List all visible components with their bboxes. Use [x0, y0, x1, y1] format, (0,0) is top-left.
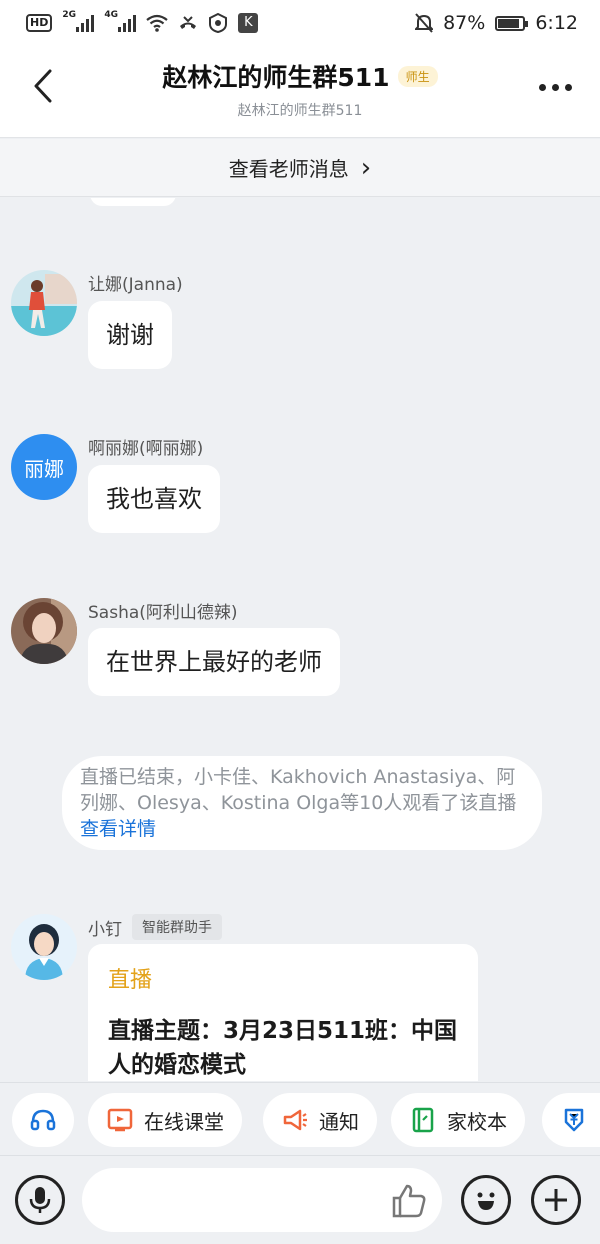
signal-4g-icon: 4G — [104, 10, 137, 32]
card-title: 直播主题：3月23日511班：中国人的婚恋模式 — [108, 1018, 458, 1078]
message-input[interactable] — [82, 1168, 442, 1232]
role-badge: 师生 — [397, 65, 438, 87]
group-title: 赵林江的师生群511 — [162, 63, 390, 92]
notice-button[interactable]: 通知 — [263, 1093, 377, 1147]
message-bubble-partial — [90, 198, 176, 206]
message-bubble[interactable]: 我也喜欢 — [88, 465, 220, 533]
input-bar — [0, 1157, 600, 1244]
status-bar: HD 2G 4G K 87% 6:12 — [0, 0, 600, 46]
notebook-icon — [412, 1107, 434, 1133]
shield-app-icon — [209, 13, 228, 33]
chat-area[interactable]: 让娜(Janna) 谢谢 丽娜 啊丽娜(啊丽娜) 我也喜欢 Sasha(阿利山德… — [0, 198, 600, 1081]
signal-2g-icon: 2G — [62, 10, 95, 32]
sender-name: 小钉 智能群助手 — [88, 914, 222, 940]
emoji-button[interactable] — [461, 1175, 511, 1225]
notice-label: 通知 — [319, 1109, 359, 1134]
smiley-icon — [477, 1192, 495, 1210]
hd-indicator: HD — [26, 14, 53, 32]
add-button[interactable] — [531, 1175, 581, 1225]
view-details-link[interactable]: 查看详情 — [80, 818, 156, 840]
more-options-button[interactable] — [539, 84, 572, 91]
home-school-book-label: 家校本 — [447, 1109, 507, 1134]
k-app-icon: K — [238, 13, 259, 33]
view-teacher-messages-button[interactable]: 查看老师消息 › — [0, 139, 600, 197]
missed-call-icon — [180, 16, 197, 29]
thumbs-up-icon[interactable] — [390, 1182, 428, 1220]
message-bubble[interactable]: 在世界上最好的老师 — [88, 628, 340, 696]
headset-button[interactable] — [12, 1093, 74, 1147]
battery-percent: 87% — [443, 12, 486, 34]
notice-text: 直播已结束，小卡佳、Kakhovich Anastasiya、阿列娜、Olesy… — [80, 766, 517, 814]
live-card[interactable]: 直播 直播主题：3月23日511班：中国人的婚恋模式 — [88, 944, 478, 1081]
wifi-icon — [146, 14, 169, 32]
plus-icon — [545, 1189, 567, 1211]
avatar[interactable]: 丽娜 — [11, 434, 77, 500]
quick-actions-bar: 在线课堂 通知 家校本 — [0, 1082, 600, 1156]
message-bubble[interactable]: 谢谢 — [88, 301, 172, 369]
teacher-bar-label: 查看老师消息 — [228, 157, 349, 181]
headset-icon — [30, 1109, 56, 1131]
avatar[interactable] — [11, 598, 77, 664]
card-type: 直播 — [108, 968, 153, 993]
microphone-icon — [29, 1187, 51, 1213]
avatar[interactable] — [11, 270, 77, 336]
chat-header: 赵林江的师生群511 师生 赵林江的师生群511 — [0, 46, 600, 138]
sender-name: 让娜(Janna) — [88, 275, 183, 295]
fee-button[interactable] — [542, 1093, 600, 1147]
battery-icon — [495, 15, 529, 31]
home-school-book-button[interactable]: 家校本 — [391, 1093, 525, 1147]
avatar[interactable] — [11, 914, 77, 980]
chevron-right-icon: › — [360, 152, 372, 183]
megaphone-icon — [283, 1109, 307, 1131]
yuan-icon — [564, 1108, 584, 1132]
group-subtitle: 赵林江的师生群511 — [237, 103, 363, 119]
live-ended-notice: 直播已结束，小卡佳、Kakhovich Anastasiya、阿列娜、Olesy… — [62, 756, 542, 850]
online-class-button[interactable]: 在线课堂 — [88, 1093, 242, 1147]
mute-bell-icon — [415, 13, 434, 33]
online-class-icon — [107, 1108, 133, 1132]
sender-name: 啊丽娜(啊丽娜) — [88, 439, 204, 459]
clock: 6:12 — [535, 12, 578, 34]
sender-name: Sasha(阿利山德辣) — [88, 603, 238, 623]
assistant-tag: 智能群助手 — [132, 914, 222, 940]
online-class-label: 在线课堂 — [144, 1109, 224, 1134]
voice-button[interactable] — [15, 1175, 65, 1225]
